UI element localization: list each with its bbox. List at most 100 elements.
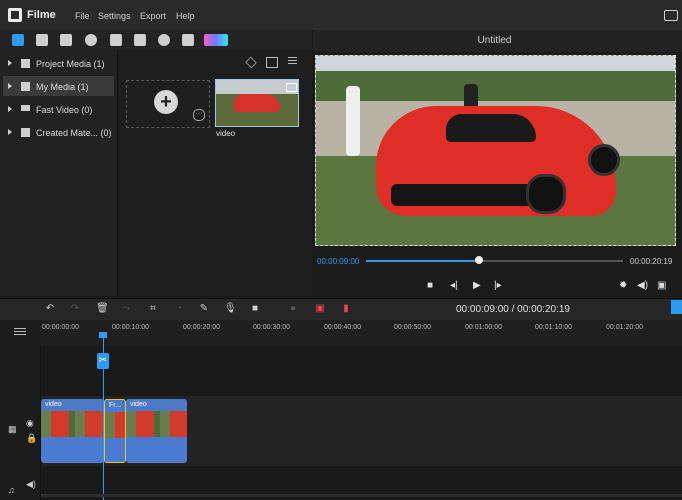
sidebar-item-fast-video[interactable]: Fast Video (0) — [3, 99, 114, 119]
fullscreen-icon[interactable]: ▣ — [657, 280, 666, 291]
microphone-icon[interactable]: 🎙 — [224, 304, 237, 314]
caret-right-icon — [8, 129, 12, 135]
grid-icon — [21, 59, 30, 68]
video-track-icon: ▦ — [8, 424, 17, 434]
total-time: 00:00:20:19 — [630, 257, 673, 266]
ruler-label: 00:00:10:00 — [112, 324, 149, 331]
audio-track-icon: ♫ — [8, 485, 15, 495]
text-icon[interactable] — [60, 34, 72, 46]
project-title: Untitled — [477, 35, 512, 46]
preview-car-wheel — [526, 174, 566, 214]
ruler-label: 00:01:10:00 — [535, 324, 572, 331]
preview-person — [346, 86, 360, 156]
clip-thumbnails — [126, 411, 187, 437]
preview-car-window — [446, 114, 536, 142]
speed-icon[interactable]: ◔ — [174, 304, 184, 314]
clip-label: video — [41, 399, 104, 411]
clip-thumbnails — [105, 412, 125, 438]
grid-icon — [21, 82, 30, 91]
track-headers — [0, 320, 41, 500]
playhead-handle[interactable] — [99, 332, 107, 338]
seek-progress — [366, 260, 480, 262]
elements-icon[interactable] — [158, 34, 170, 46]
delete-icon[interactable]: 🗑 — [96, 304, 109, 314]
caret-right-icon — [8, 60, 12, 66]
more-options-icon[interactable]: ··· — [193, 109, 205, 121]
caret-right-icon — [8, 106, 12, 112]
zoom-badge[interactable] — [671, 300, 682, 314]
app-logo-icon — [8, 8, 22, 22]
undo-icon[interactable]: ↶ — [45, 304, 55, 314]
menu-file[interactable]: File — [75, 11, 90, 21]
caret-right-icon — [8, 83, 12, 89]
menu-icon[interactable] — [14, 328, 26, 329]
menu-export[interactable]: Export — [140, 11, 166, 21]
sidebar-item-label: My Media (1) — [36, 82, 89, 92]
sidebar-item-label: Project Media (1) — [36, 59, 105, 69]
media-tab-icon[interactable] — [12, 34, 24, 46]
ruler-label: 00:00:40:00 — [324, 324, 361, 331]
ruler-label: 00:00:20:00 — [183, 324, 220, 331]
crop-icon[interactable]: ⌗ — [148, 304, 158, 314]
ruler-label: 00:00:50:00 — [394, 324, 431, 331]
film-icon — [286, 83, 297, 92]
transition-icon[interactable] — [204, 34, 228, 46]
ruler-label: 00:00:00:00 — [42, 324, 79, 331]
play-icon[interactable]: ▶ — [473, 280, 481, 291]
volume-icon[interactable]: ◀) — [637, 280, 648, 291]
clip-thumbnails — [41, 411, 104, 437]
menu-settings[interactable]: Settings — [98, 11, 131, 21]
fast-video-icon — [21, 105, 30, 111]
timeline-clip-freeze[interactable]: Fr... — [104, 399, 126, 463]
audio-volume-icon[interactable]: ◀) — [26, 479, 36, 490]
sidebar-item-created-material[interactable]: Created Mate... (0) — [3, 122, 114, 142]
edit-icon[interactable]: ✎ — [199, 304, 209, 314]
preview-car-grille — [391, 184, 541, 206]
lock-icon[interactable]: 🔒 — [26, 433, 37, 444]
menu-help[interactable]: Help — [176, 11, 195, 21]
sort-icon[interactable] — [288, 57, 297, 58]
timeline-clip[interactable]: video — [41, 399, 104, 463]
material-icon — [21, 128, 30, 137]
sidebar-item-label: Fast Video (0) — [36, 105, 93, 115]
freeze-frame-icon[interactable]: ▣ — [315, 304, 325, 314]
seek-handle[interactable] — [475, 256, 484, 264]
marker-icon[interactable]: ● — [288, 304, 298, 314]
timeline-time-display: 00:00:09:00 / 00:00:20:19 — [456, 304, 570, 315]
redo-icon[interactable]: ↷ — [70, 304, 80, 314]
clip-label: Fr... — [105, 400, 125, 412]
current-time: 00:00:09:00 — [317, 257, 360, 266]
scissors-icon[interactable]: ✂ — [97, 353, 109, 369]
effects-icon[interactable] — [134, 34, 146, 46]
preview-car-wheel — [588, 144, 620, 176]
sidebar-item-project-media[interactable]: Project Media (1) — [3, 53, 114, 73]
audio-detach-icon[interactable]: ▮ — [341, 304, 351, 314]
next-frame-icon[interactable]: |▸ — [494, 280, 502, 291]
timeline-scrollbar[interactable] — [41, 494, 682, 497]
media-thumbnail[interactable] — [215, 79, 299, 127]
timeline-clip[interactable]: video — [126, 399, 187, 463]
media-label: video — [216, 129, 236, 138]
camera-icon[interactable]: ■ — [250, 304, 260, 314]
sidebar-item-my-media[interactable]: My Media (1) — [3, 76, 114, 96]
clip-label: video — [126, 399, 187, 411]
filter-icon[interactable] — [110, 34, 122, 46]
thumb-car — [234, 94, 280, 112]
folder-icon[interactable] — [36, 34, 48, 46]
split-icon[interactable]: ⤳ — [121, 304, 131, 314]
sidebar-item-label: Created Mate... (0) — [36, 128, 112, 138]
video-preview[interactable] — [315, 55, 676, 246]
music-icon[interactable] — [182, 34, 194, 46]
plus-icon[interactable]: + — [154, 90, 178, 114]
settings-icon[interactable]: ✹ — [619, 280, 627, 291]
ruler-label: 00:01:20:00 — [606, 324, 643, 331]
sticker-icon[interactable] — [85, 34, 97, 46]
window-menu-icon[interactable] — [664, 10, 678, 21]
previous-frame-icon[interactable]: ◂| — [450, 280, 458, 291]
ruler-label: 00:00:30:00 — [253, 324, 290, 331]
view-mode-icon[interactable] — [266, 57, 278, 68]
visibility-icon[interactable]: ◉ — [26, 418, 34, 429]
app-name: Filme — [27, 9, 56, 21]
ruler-label: 00:01:00:00 — [465, 324, 502, 331]
stop-icon[interactable]: ■ — [427, 280, 433, 291]
